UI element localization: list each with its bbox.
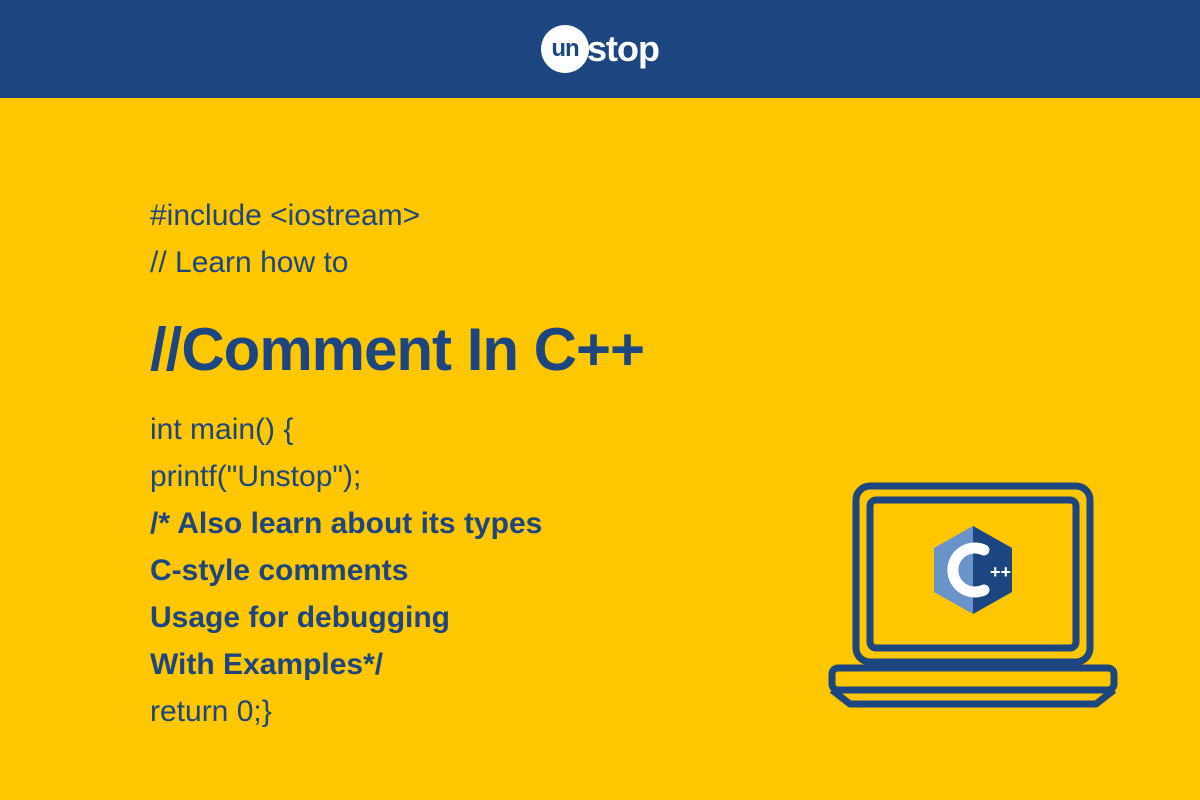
brand-suffix: stop: [587, 28, 659, 70]
code-line-include: #include <iostream>: [150, 193, 1200, 238]
code-line-title: //Comment In C++: [150, 305, 1200, 395]
svg-text:++: ++: [990, 562, 1011, 582]
code-line-main: int main() {: [150, 407, 1200, 452]
laptop-icon: ++: [828, 482, 1118, 710]
code-line-learn: // Learn how to: [150, 240, 1200, 285]
main-content: #include <iostream> // Learn how to //Co…: [0, 98, 1200, 800]
brand-logo: un stop: [541, 25, 659, 73]
brand-logo-circle: un: [541, 25, 589, 73]
brand-prefix: un: [551, 35, 578, 63]
header-bar: un stop: [0, 0, 1200, 98]
